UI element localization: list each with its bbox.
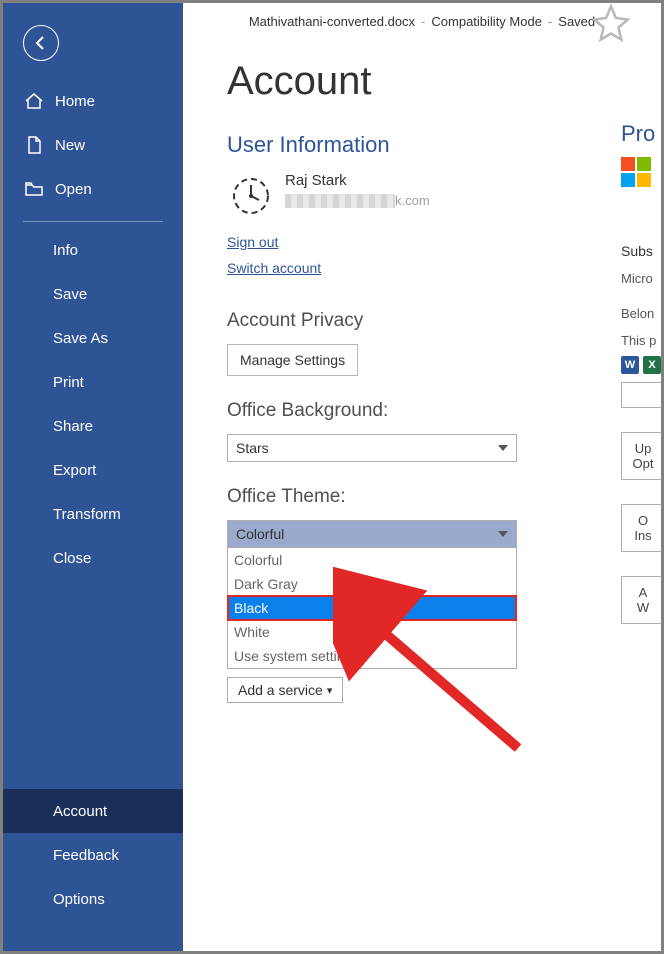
sidebar-item-label: Open [55,181,92,198]
backstage-sidebar: Home New Open Info Save Save As Print [3,3,183,951]
sidebar-item-export[interactable]: Export [3,448,183,492]
sidebar-item-label: Feedback [53,847,119,864]
main-panel: Account User Information Raj Stark k.com… [183,39,661,951]
dropdown-triangle-icon [498,531,508,537]
titlebar: Mathivathani-converted.docx - Compatibil… [183,3,661,39]
app-icons: W X [621,356,661,374]
sidebar-separator [23,221,163,222]
sidebar-item-label: Transform [53,506,121,523]
folder-open-icon [23,178,45,200]
sidebar-item-label: Share [53,418,93,435]
sidebar-item-print[interactable]: Print [3,360,183,404]
manage-account-button[interactable] [621,382,661,408]
office-background-select[interactable]: Stars [227,434,517,462]
sidebar-item-label: Info [53,242,78,259]
back-button[interactable] [23,25,59,61]
sidebar-item-share[interactable]: Share [3,404,183,448]
about-card[interactable]: A W [621,576,661,624]
sidebar-item-transform[interactable]: Transform [3,492,183,536]
file-name: Mathivathani-converted.docx [245,14,419,29]
sidebar-item-options[interactable]: Options [3,877,183,921]
sidebar-item-save[interactable]: Save [3,272,183,316]
manage-settings-button[interactable]: Manage Settings [227,344,358,376]
sidebar-item-label: Home [55,93,95,110]
sidebar-item-info[interactable]: Info [3,228,183,272]
sidebar-item-label: New [55,137,85,154]
theme-option-colorful[interactable]: Colorful [228,548,516,572]
home-icon [23,90,45,112]
sidebar-item-close[interactable]: Close [3,536,183,580]
background-label: Office Background: [227,400,661,422]
word-icon: W [621,356,639,374]
update-card[interactable]: Up Opt [621,432,661,480]
sidebar-item-label: Save As [53,330,108,347]
excel-icon: X [643,356,661,374]
sidebar-item-feedback[interactable]: Feedback [3,833,183,877]
sidebar-item-label: Save [53,286,87,303]
sidebar-item-label: Print [53,374,84,391]
theme-option-use-system-setting[interactable]: Use system setting [228,644,516,668]
sign-out-link[interactable]: Sign out [227,234,278,250]
select-value: Stars [236,440,269,456]
document-icon [23,134,45,156]
sidebar-item-label: Export [53,462,96,479]
sidebar-item-open[interactable]: Open [3,167,183,211]
add-service-button[interactable]: Add a service ▾ [227,677,343,703]
compat-mode: Compatibility Mode [427,14,546,29]
user-row: Raj Stark k.com [227,172,661,220]
user-email: k.com [285,193,430,208]
switch-account-link[interactable]: Switch account [227,260,321,276]
office-theme-select[interactable]: Colorful [227,520,517,548]
insider-card[interactable]: O Ins [621,504,661,552]
theme-option-dark-gray[interactable]: Dark Gray [228,572,516,596]
privacy-heading: Account Privacy [227,310,661,332]
avatar-icon [227,172,275,220]
theme-dropdown-list: ColorfulDark GrayBlackWhiteUse system se… [227,548,517,669]
user-name: Raj Stark [285,172,430,189]
chevron-down-icon: ▾ [327,684,333,697]
page-title: Account [227,59,661,104]
sidebar-item-label: Options [53,891,105,908]
right-column-fragment: Pro Subs Micro Belon This p W X Up Opt O… [621,121,661,624]
user-info-heading: User Information [227,132,661,158]
theme-option-black[interactable]: Black [228,596,516,620]
office-logo-icon [621,157,661,187]
sidebar-item-label: Close [53,550,91,567]
dropdown-triangle-icon [498,445,508,451]
sidebar-item-label: Account [53,803,107,820]
theme-label: Office Theme: [227,486,661,508]
product-heading: Pro [621,121,661,147]
sidebar-item-new[interactable]: New [3,123,183,167]
subs-heading: Subs [621,243,661,259]
sidebar-item-home[interactable]: Home [3,79,183,123]
sidebar-item-save-as[interactable]: Save As [3,316,183,360]
select-value: Colorful [236,526,284,542]
theme-option-white[interactable]: White [228,620,516,644]
redacted-email [285,194,395,208]
sidebar-item-account[interactable]: Account [3,789,183,833]
